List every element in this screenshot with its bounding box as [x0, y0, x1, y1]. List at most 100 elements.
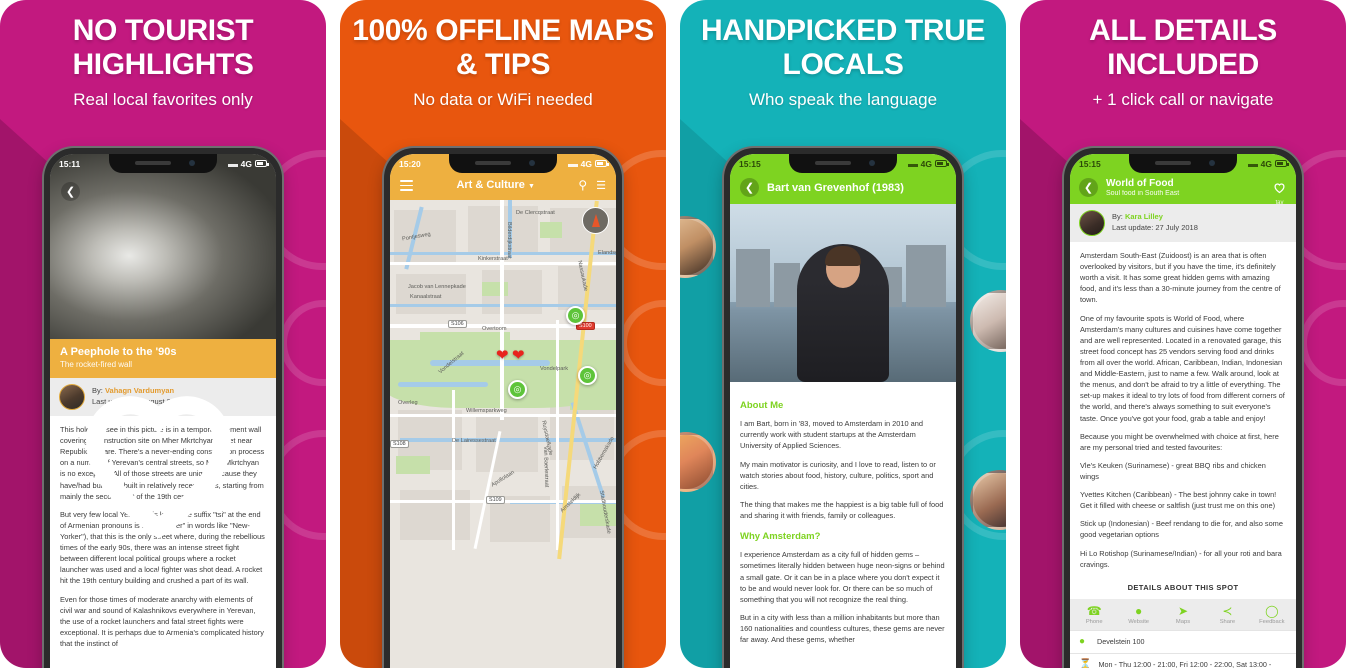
panel-subheadline: No data or WiFi needed: [413, 90, 593, 110]
panel-headline: 100% OFFLINE MAPS & TIPS: [352, 14, 654, 81]
favorite-map-pin[interactable]: ❤: [496, 348, 512, 363]
map-category-label: Art & Culture: [456, 179, 525, 192]
network-label: 4G: [580, 158, 592, 169]
clock-icon: ⏳: [1079, 659, 1092, 668]
speaker-grille: [1155, 161, 1191, 165]
section-heading: About Me: [740, 400, 784, 411]
status-indicators: 4G: [1247, 158, 1289, 169]
favorite-button[interactable]: fav: [1272, 180, 1287, 206]
back-button[interactable]: ❮: [1079, 178, 1098, 197]
spot-title-bar: A Peephole to the '90s The rocket-fired …: [50, 339, 276, 576]
phone-notch: [1129, 154, 1237, 173]
map-category-selector[interactable]: Art & Culture ▼: [422, 179, 569, 191]
spot-photo: 15:11 4G ❮: [50, 154, 276, 339]
back-button[interactable]: ❮: [61, 182, 80, 201]
map-pin[interactable]: ◎: [508, 379, 527, 399]
phone-mockup: 15:20 4G Art & Culture ▼ ⚲ ☰ De Clercqst…: [384, 148, 622, 668]
favorite-button[interactable]: fav: [50, 347, 267, 576]
spot-title: World of Food: [1106, 178, 1174, 189]
offline-map[interactable]: De Clercqstraat Kinkerstraat Bilderdijks…: [390, 199, 616, 668]
feedback-icon: ◯: [1265, 603, 1279, 618]
front-camera: [1209, 160, 1215, 166]
address-row[interactable]: ● Develstein 100: [1070, 629, 1296, 653]
status-time: 15:15: [1079, 158, 1101, 169]
paragraph: Even for those times of moderate anarchy…: [60, 594, 264, 648]
spot-description: Amsterdam South-East (Zuidoost) is an ar…: [1070, 242, 1296, 579]
app-store-screenshot-gallery: NO TOURIST HIGHLIGHTS Real local favorit…: [0, 0, 1358, 668]
favorite-label: fav: [1275, 200, 1284, 206]
promo-panel-all-details: ALL DETAILS INCLUDED + 1 click call or n…: [1020, 0, 1346, 668]
panel-headline-block: 100% OFFLINE MAPS & TIPS No data or WiFi…: [340, 0, 666, 110]
status-time: 15:11: [59, 158, 81, 169]
website-action[interactable]: ● Website: [1116, 605, 1160, 625]
local-avatar[interactable]: [970, 290, 1006, 352]
action-label: Phone: [1085, 618, 1103, 625]
battery-icon: [935, 160, 949, 167]
map-pin[interactable]: ◎: [566, 305, 585, 325]
road-shield: S108: [390, 439, 409, 448]
share-action[interactable]: ≺ Share: [1205, 605, 1249, 625]
profile-hero-photo: [730, 204, 956, 382]
decorative-ring: [1300, 300, 1346, 386]
network-label: 4G: [1260, 158, 1272, 169]
list-view-icon[interactable]: ☰: [596, 179, 606, 192]
panel-headline-block: HANDPICKED TRUE LOCALS Who speak the lan…: [680, 0, 1006, 110]
status-indicators: 4G: [907, 158, 949, 169]
maps-action[interactable]: ➤ Maps: [1161, 605, 1205, 625]
search-icon[interactable]: ⚲: [578, 178, 587, 192]
action-label: Feedback: [1259, 618, 1285, 625]
last-update: Last update: 27 July 2018: [1112, 223, 1198, 232]
paragraph: Yvettes Kitchen (Caribbean) - The best j…: [1080, 490, 1277, 511]
phone-notch: [789, 154, 897, 173]
map-label: De Clercqstraat: [516, 209, 555, 216]
network-label: 4G: [240, 158, 252, 169]
compass-icon[interactable]: [582, 206, 609, 234]
map-label: Willemsparkweg: [466, 407, 507, 414]
phone-action[interactable]: ☎ Phone: [1072, 605, 1116, 625]
menu-icon[interactable]: [400, 178, 413, 193]
phone-mockup: 15:15 4G ❮ Bart van Grevenhof (1983) Abo…: [724, 148, 962, 668]
paragraph: Stick up (Indonesian) - Beef rendang to …: [1080, 519, 1283, 540]
spot-subtitle: Soul food in South East: [1106, 190, 1180, 197]
section-heading: Why Amsterdam?: [740, 531, 821, 543]
back-button[interactable]: ❮: [740, 178, 759, 197]
signal-icon: [227, 160, 238, 167]
front-camera: [189, 160, 195, 166]
map-label: Vondelpark: [540, 365, 568, 372]
author-name[interactable]: Kara Lilley: [1125, 212, 1163, 221]
battery-icon: [595, 160, 609, 167]
share-icon: ≺: [1222, 603, 1233, 618]
map-pin[interactable]: ◎: [578, 365, 597, 385]
panel-headline: NO TOURIST HIGHLIGHTS: [72, 14, 254, 81]
panel-headline: HANDPICKED TRUE LOCALS: [700, 14, 985, 81]
favorite-map-pin[interactable]: ❤: [512, 348, 528, 363]
paragraph: I am Bart, born in '83, moved to Amsterd…: [740, 419, 923, 451]
panel-subheadline: Real local favorites only: [73, 90, 253, 110]
status-indicators: 4G: [567, 158, 609, 169]
author-bar: By: Kara Lilley Last update: 27 July 201…: [1070, 204, 1296, 242]
heart-icon: [1272, 180, 1287, 195]
feedback-action[interactable]: ◯ Feedback: [1250, 605, 1294, 625]
paragraph: Hi Lo Rotishop (Surinamese/Indian) - for…: [1080, 548, 1282, 569]
panel-subheadline: Who speak the language: [748, 90, 938, 110]
paragraph: Vle's Keuken (Surinamese) - great BBQ ri…: [1080, 460, 1266, 481]
road-shield: S109: [486, 495, 505, 504]
panel-headline-block: NO TOURIST HIGHLIGHTS Real local favorit…: [0, 0, 326, 110]
network-label: 4G: [920, 158, 932, 169]
panel-subheadline: + 1 click call or navigate: [1092, 90, 1274, 110]
map-label: Kanaalstraat: [410, 293, 442, 300]
map-label: Bilderdijkstraat: [506, 221, 512, 259]
hours-value: Mon - Thu 12:00 - 21:00, Fri 12:00 - 22:…: [1098, 660, 1272, 668]
details-about-spot-button[interactable]: DETAILS ABOUT THIS SPOT: [1070, 579, 1296, 599]
phone-screen: 15:15 4G ❮ World of Food Soul food in So…: [1070, 154, 1296, 668]
road-shield: S106: [448, 319, 467, 328]
profile-sections: About Me I am Bart, born in '83, moved t…: [730, 382, 956, 660]
battery-icon: [255, 160, 269, 167]
location-pin-icon: ●: [1079, 635, 1086, 647]
signal-icon: [567, 160, 578, 167]
promo-panel-offline-maps: 100% OFFLINE MAPS & TIPS No data or WiFi…: [340, 0, 666, 668]
phone-notch: [449, 154, 557, 173]
author-meta: By: Kara Lilley Last update: 27 July 201…: [1112, 212, 1198, 234]
speaker-grille: [475, 161, 511, 165]
phone-mockup: 15:15 4G ❮ World of Food Soul food in So…: [1064, 148, 1302, 668]
